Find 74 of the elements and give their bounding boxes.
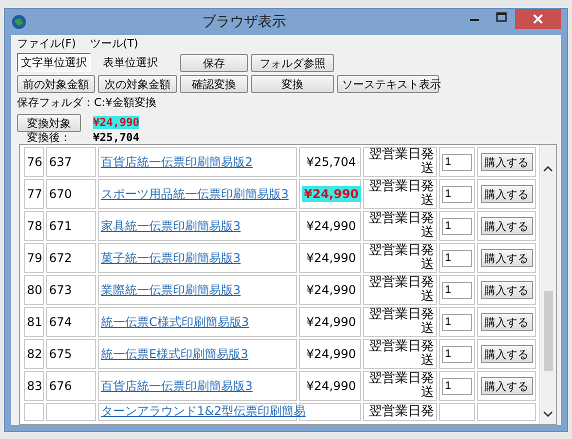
buy-button[interactable]: 購入する bbox=[480, 345, 532, 363]
quantity-field[interactable]: 1 bbox=[442, 218, 472, 234]
shipping-note: 翌営業日発送 bbox=[369, 275, 434, 304]
scroll-up-icon[interactable] bbox=[543, 165, 553, 173]
price: ¥24,990 bbox=[306, 251, 356, 265]
quantity-field[interactable]: 1 bbox=[442, 314, 472, 330]
quantity-field[interactable]: 1 bbox=[442, 250, 472, 266]
scroll-down-icon[interactable] bbox=[543, 410, 553, 418]
buy-button[interactable]: 購入する bbox=[480, 153, 532, 171]
toolbar-button[interactable]: ソーステキスト表示 bbox=[337, 75, 439, 94]
row-number: 79 bbox=[27, 251, 42, 265]
shipping-note: 翌営業日発送 bbox=[369, 243, 434, 272]
row-number: 78 bbox=[27, 219, 42, 233]
toolbar-button[interactable]: 次の対象金額 bbox=[98, 75, 177, 94]
quantity-field[interactable]: 1 bbox=[442, 346, 472, 362]
product-code: 670 bbox=[49, 187, 72, 201]
price: ¥24,990 bbox=[306, 379, 356, 393]
price: ¥24,990 bbox=[306, 283, 356, 297]
selection-mode-tab[interactable]: 文字単位選択 bbox=[17, 52, 91, 72]
window-title: ブラウザ表示 bbox=[201, 13, 287, 31]
toolbar-button[interactable]: 保存 bbox=[180, 54, 248, 72]
row-number: 80 bbox=[27, 283, 42, 297]
shipping-note: 翌営業日発送 bbox=[369, 179, 434, 208]
buy-button[interactable]: 購入する bbox=[480, 281, 532, 299]
product-link[interactable]: ターンアラウンド1&2型伝票印刷簡易 bbox=[101, 404, 306, 418]
price: ¥24,990 bbox=[302, 186, 361, 202]
converted-label: 変換後： bbox=[26, 130, 72, 144]
toolbar-button[interactable]: フォルダ参照 bbox=[251, 54, 334, 72]
converted-amount: ¥25,704 bbox=[93, 130, 140, 144]
row-number: 81 bbox=[27, 315, 42, 329]
quantity-field[interactable]: 1 bbox=[442, 186, 472, 202]
shipping-note: 翌営業日発送 bbox=[369, 307, 434, 336]
toolbar-button[interactable]: 前の対象金額 bbox=[17, 75, 95, 94]
price: ¥25,704 bbox=[306, 155, 356, 169]
buy-button[interactable]: 購入する bbox=[480, 185, 532, 203]
close-icon bbox=[533, 14, 543, 24]
globe-icon bbox=[11, 14, 27, 30]
quantity-field[interactable]: 1 bbox=[442, 378, 472, 394]
scrollbar[interactable] bbox=[539, 145, 556, 424]
price: ¥24,990 bbox=[306, 347, 356, 361]
product-code: 675 bbox=[49, 347, 72, 361]
product-code: 676 bbox=[49, 379, 72, 393]
buy-button[interactable]: 購入する bbox=[480, 377, 532, 395]
close-button[interactable] bbox=[515, 9, 561, 29]
product-code: 674 bbox=[49, 315, 72, 329]
shipping-note: 翌営業日発送 bbox=[369, 147, 434, 176]
row-number: 77 bbox=[27, 187, 42, 201]
menu-item[interactable]: ファイル(F) bbox=[17, 36, 76, 50]
menu-item[interactable]: ツール(T) bbox=[90, 36, 138, 50]
price: ¥24,990 bbox=[306, 315, 356, 329]
shipping-note: 翌営業日発 bbox=[369, 404, 434, 419]
buy-button[interactable]: 購入する bbox=[480, 249, 532, 267]
product-code: 672 bbox=[49, 251, 72, 265]
price: ¥24,990 bbox=[306, 219, 356, 233]
shipping-note: 翌営業日発送 bbox=[369, 371, 434, 400]
product-code: 673 bbox=[49, 283, 72, 297]
row-number: 83 bbox=[27, 379, 42, 393]
toolbar-button[interactable]: 確認変換 bbox=[180, 75, 248, 94]
shipping-note: 翌営業日発送 bbox=[369, 339, 434, 368]
shipping-note: 翌営業日発送 bbox=[369, 211, 434, 240]
buy-button[interactable]: 購入する bbox=[480, 313, 532, 331]
toolbar-button[interactable]: 変換 bbox=[251, 75, 334, 94]
save-folder-path: 保存フォルダ：C:¥金額変換 bbox=[17, 95, 156, 110]
target-amount: ¥24,990 bbox=[93, 116, 140, 128]
scroll-thumb[interactable] bbox=[544, 291, 552, 371]
target-button[interactable]: 変換対象 bbox=[17, 114, 81, 132]
quantity-field[interactable]: 1 bbox=[442, 154, 472, 170]
product-code: 671 bbox=[49, 219, 72, 233]
selection-mode-tab[interactable]: 表単位選択 bbox=[99, 52, 162, 72]
quantity-field[interactable]: 1 bbox=[442, 282, 472, 298]
product-code: 637 bbox=[49, 155, 72, 169]
row-number: 76 bbox=[27, 155, 42, 169]
row-number: 82 bbox=[27, 347, 42, 361]
buy-button[interactable]: 購入する bbox=[480, 217, 532, 235]
